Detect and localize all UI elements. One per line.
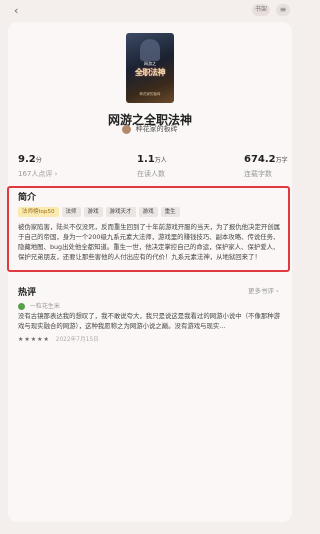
stat-word-count: 674.2万字 连载字数 <box>244 147 288 179</box>
readers-value: 1.1 <box>137 154 155 165</box>
reviewer[interactable]: 一粒花生米 <box>18 301 60 310</box>
rating-unit: 分 <box>35 157 42 164</box>
word-count-value: 674.2 <box>244 154 276 165</box>
more-reviews-link[interactable]: 更多书评 › <box>248 285 279 295</box>
rating-count-label: 167人点评 › <box>18 170 58 178</box>
tag-item[interactable]: 游戏天才 <box>105 207 136 217</box>
rating-value: 9.2 <box>18 154 36 165</box>
readers-unit: 万人 <box>154 157 167 164</box>
intro-heading: 简介 <box>18 193 37 203</box>
tag-item[interactable]: 法师 <box>61 207 81 217</box>
top-bar: ‹ 书架 ≡ <box>0 0 300 22</box>
stat-rating[interactable]: 9.2分 167人点评 › <box>18 147 57 179</box>
tag-item[interactable]: 重生 <box>160 207 180 217</box>
hot-reviews-heading: 热评 <box>18 288 37 298</box>
author-name: 种花家的板砖 <box>135 125 178 133</box>
review-stars: ★★★★★ <box>18 336 50 343</box>
cover-title: 全职法神 <box>135 68 166 77</box>
chevron-left-icon[interactable]: ‹ <box>14 4 18 17</box>
review-date: 2022年7月15日 <box>55 337 99 343</box>
bookshelf-button[interactable]: 书架 <box>252 4 270 16</box>
cover-author: 种花家的板砖 <box>139 92 161 96</box>
reviewer-name: 一粒花生米 <box>29 303 60 310</box>
review-meta: ★★★★★ 2022年7月15日 <box>18 334 99 343</box>
tag-item[interactable]: 游戏 <box>83 207 103 217</box>
word-count-unit: 万字 <box>275 157 288 164</box>
readers-label: 在读人数 <box>137 170 165 178</box>
synopsis-text: 被伪家陷害，陆炎不仅没死，反而重生回到了十年前游戏开服的当天，为了报仇他决定开创… <box>18 223 281 261</box>
review-text[interactable]: 没有古镜那表达我的想叹了，我不敢说夸大，我只是说这是我看过的网游小说中（不像那种… <box>18 311 284 331</box>
author-link[interactable]: 种花家的板砖 <box>0 124 300 134</box>
tag-rank[interactable]: 法师榜top50 <box>18 207 59 217</box>
menu-icon[interactable]: ≡ <box>276 4 290 16</box>
book-cover[interactable]: 网游之 全职法神 种花家的板砖 <box>126 33 174 103</box>
author-avatar <box>122 124 132 134</box>
stat-readers: 1.1万人 在读人数 <box>137 147 167 179</box>
cover-figure <box>140 39 160 61</box>
tag-list: 法师榜top50 法师 游戏 游戏天才 游戏 重生 <box>18 207 180 217</box>
tag-item[interactable]: 游戏 <box>138 207 158 217</box>
reviewer-avatar <box>18 303 25 310</box>
word-count-label: 连载字数 <box>244 170 272 178</box>
